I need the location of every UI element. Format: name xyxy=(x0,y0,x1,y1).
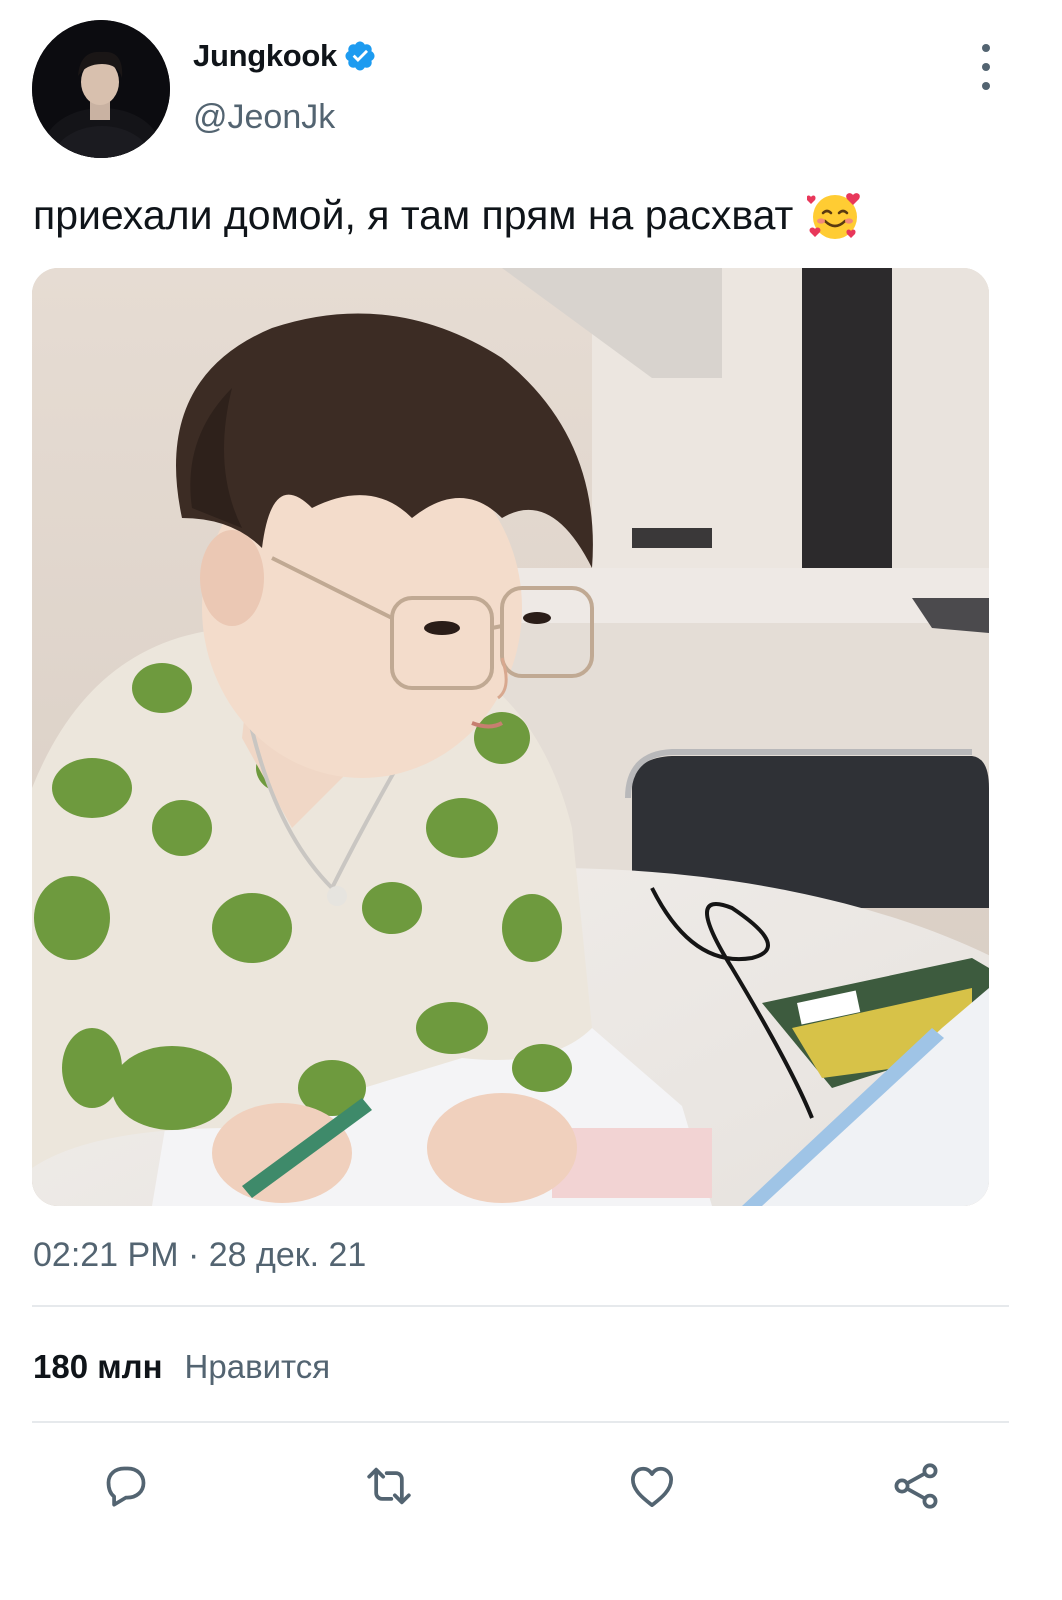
action-bar xyxy=(0,1458,1062,1518)
tweet-text: приехали домой, я там прям на расхват xyxy=(33,187,863,243)
share-icon[interactable] xyxy=(888,1458,944,1514)
like-icon[interactable] xyxy=(624,1458,680,1514)
tweet: Jungkook @JeonJk приехали домой, я там п… xyxy=(0,0,1062,1600)
tweet-text-content: приехали домой, я там прям на расхват xyxy=(33,191,794,238)
author-name-row[interactable]: Jungkook xyxy=(193,38,377,74)
smiling-face-with-hearts-icon xyxy=(806,187,863,243)
author-handle[interactable]: @JeonJk xyxy=(193,98,335,137)
avatar[interactable] xyxy=(32,20,170,158)
tweet-timestamp[interactable]: 02:21 PM · 28 дек. 21 xyxy=(33,1236,366,1275)
tweet-photo[interactable] xyxy=(32,268,989,1206)
likes-count: 180 млн xyxy=(33,1348,163,1385)
verified-badge-icon xyxy=(343,39,377,73)
divider xyxy=(32,1305,1009,1307)
divider xyxy=(32,1421,1009,1423)
likes-stat[interactable]: 180 млн Нравится xyxy=(33,1348,330,1386)
likes-label: Нравится xyxy=(184,1348,331,1385)
more-options-icon[interactable] xyxy=(972,44,1000,90)
reply-icon[interactable] xyxy=(98,1458,154,1514)
retweet-icon[interactable] xyxy=(361,1458,417,1514)
display-name[interactable]: Jungkook xyxy=(193,38,337,74)
